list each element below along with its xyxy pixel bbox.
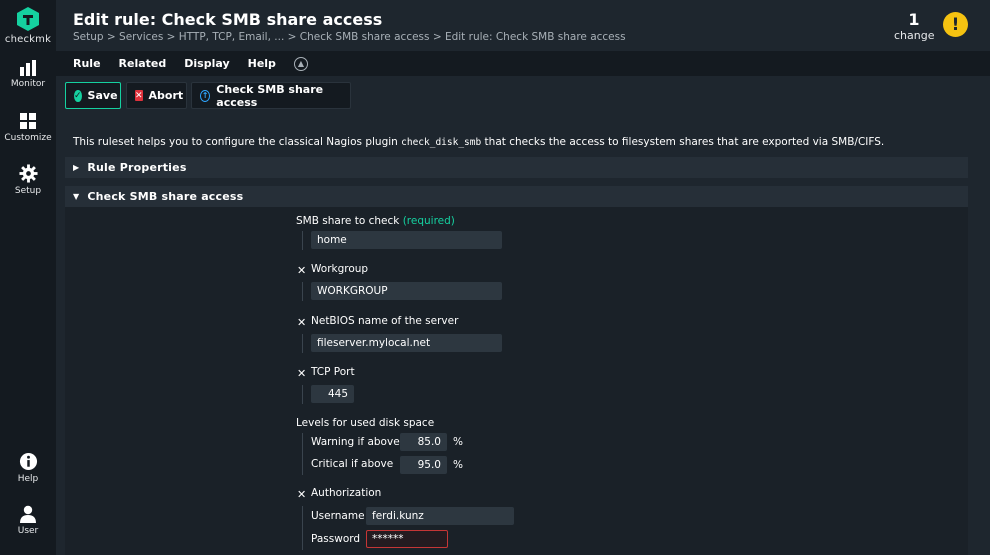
nav-user[interactable]: User xyxy=(0,505,56,536)
checkmk-logo-icon xyxy=(17,7,39,31)
username-input[interactable] xyxy=(366,507,514,525)
nav-setup-label: Setup xyxy=(14,186,42,196)
indent-line xyxy=(302,334,303,353)
close-icon: ✕ xyxy=(135,90,143,101)
section-rule-properties-title: Rule Properties xyxy=(87,161,187,174)
page-header: Edit rule: Check SMB share access Setup … xyxy=(56,0,990,50)
nav-setup[interactable]: Setup xyxy=(0,164,56,196)
logo-text: checkmk xyxy=(4,34,52,45)
nav-customize-label: Customize xyxy=(4,133,52,143)
menu-related[interactable]: Related xyxy=(119,57,167,70)
bar-chart-icon xyxy=(20,60,36,76)
section-body xyxy=(65,207,968,555)
changes-count: 1 xyxy=(908,10,920,29)
warning-unit: % xyxy=(453,436,463,448)
share-label: SMB share to check (required) xyxy=(296,215,455,227)
critical-unit: % xyxy=(453,459,463,471)
warning-icon[interactable]: ! xyxy=(943,12,968,37)
save-button[interactable]: ✓ Save xyxy=(65,82,121,109)
share-input[interactable] xyxy=(311,231,502,249)
toolbar: ✓ Save ✕ Abort ↑ Check SMB share access xyxy=(56,77,990,114)
save-label: Save xyxy=(87,89,118,102)
user-icon xyxy=(20,505,36,523)
ruleset-button[interactable]: ↑ Check SMB share access xyxy=(191,82,351,109)
netbios-label: NetBIOS name of the server xyxy=(311,315,459,327)
password-label: Password xyxy=(311,533,361,545)
triangle-right-icon: ▶ xyxy=(73,163,80,172)
plugin-name: check_disk_smb xyxy=(401,137,482,148)
ruleset-label: Check SMB share access xyxy=(216,82,324,109)
tcp-port-checkbox[interactable]: ✕ xyxy=(297,367,306,380)
menubar: Rule Related Display Help ▲ xyxy=(56,51,990,76)
levels-label: Levels for used disk space xyxy=(296,417,435,429)
menu-rule[interactable]: Rule xyxy=(73,57,101,70)
main-navigation: checkmk Monitor Customize Setup Help Use… xyxy=(0,0,56,555)
indent-line xyxy=(302,506,303,550)
chevron-up-icon[interactable]: ▲ xyxy=(293,56,308,71)
nav-monitor-label: Monitor xyxy=(10,79,46,89)
pending-changes[interactable]: 1 change xyxy=(894,10,934,42)
gear-icon xyxy=(18,164,38,183)
warning-label: Warning if above xyxy=(311,436,400,448)
authorization-checkbox[interactable]: ✕ xyxy=(297,488,306,501)
nav-help[interactable]: Help xyxy=(0,452,56,484)
indent-line xyxy=(302,282,303,301)
password-input[interactable] xyxy=(366,530,448,548)
indent-line xyxy=(302,433,303,475)
share-label-text: SMB share to check xyxy=(296,215,400,227)
workgroup-input[interactable] xyxy=(311,282,502,300)
username-label: Username xyxy=(311,510,365,522)
tcp-port-label: TCP Port xyxy=(311,366,355,378)
section-rule-properties[interactable]: ▶ Rule Properties xyxy=(65,157,968,178)
required-marker: (required) xyxy=(402,215,455,227)
check-icon: ✓ xyxy=(74,89,82,102)
nav-customize[interactable]: Customize xyxy=(0,112,56,143)
nav-user-label: User xyxy=(17,526,39,536)
netbios-checkbox[interactable]: ✕ xyxy=(297,316,306,329)
changes-label: change xyxy=(894,29,935,42)
menu-help[interactable]: Help xyxy=(248,57,276,70)
netbios-input[interactable] xyxy=(311,334,502,352)
indent-line xyxy=(302,231,303,250)
warning-input[interactable] xyxy=(400,433,447,451)
workgroup-label: Workgroup xyxy=(311,263,369,275)
abort-label: Abort xyxy=(148,89,184,102)
arrow-up-icon: ↑ xyxy=(200,89,211,102)
grid-icon xyxy=(20,113,36,129)
critical-label: Critical if above xyxy=(311,458,394,470)
section-check-smb[interactable]: ▼ Check SMB share access xyxy=(65,186,968,207)
tcp-port-input[interactable] xyxy=(311,385,354,403)
nav-monitor[interactable]: Monitor xyxy=(0,60,56,89)
page-title: Edit rule: Check SMB share access xyxy=(73,10,383,29)
breadcrumb[interactable]: Setup > Services > HTTP, TCP, Email, ...… xyxy=(73,31,626,43)
triangle-down-icon: ▼ xyxy=(73,192,80,201)
abort-button[interactable]: ✕ Abort xyxy=(126,82,187,109)
authorization-label: Authorization xyxy=(311,487,382,499)
ruleset-description: This ruleset helps you to configure the … xyxy=(73,136,884,148)
menu-display[interactable]: Display xyxy=(184,57,229,70)
info-icon xyxy=(19,452,37,471)
section-check-smb-title: Check SMB share access xyxy=(87,190,244,203)
description-text-after: that checks the access to filesystem sha… xyxy=(481,136,885,148)
description-text-before: This ruleset helps you to configure the … xyxy=(73,136,402,148)
nav-help-label: Help xyxy=(17,474,39,484)
critical-input[interactable] xyxy=(400,456,447,474)
workgroup-checkbox[interactable]: ✕ xyxy=(297,264,306,277)
indent-line xyxy=(302,385,303,404)
checkmk-logo[interactable]: checkmk xyxy=(0,6,56,45)
